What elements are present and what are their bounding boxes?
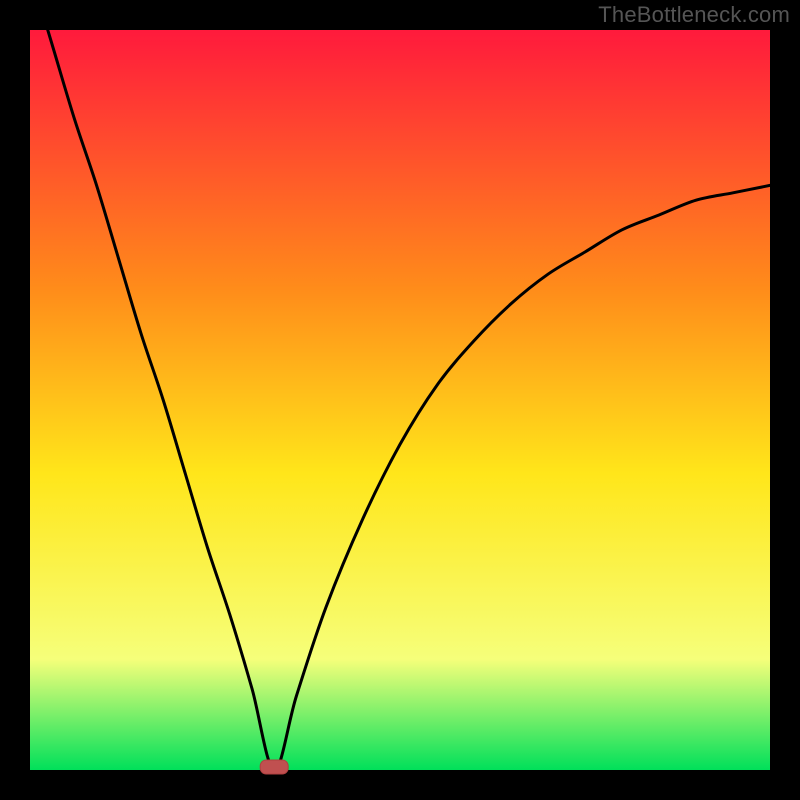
optimum-marker [260,760,288,774]
bottleneck-chart-svg [0,0,800,800]
gradient-background [30,30,770,770]
watermark-text: TheBottleneck.com [598,2,790,28]
chart-frame: TheBottleneck.com [0,0,800,800]
